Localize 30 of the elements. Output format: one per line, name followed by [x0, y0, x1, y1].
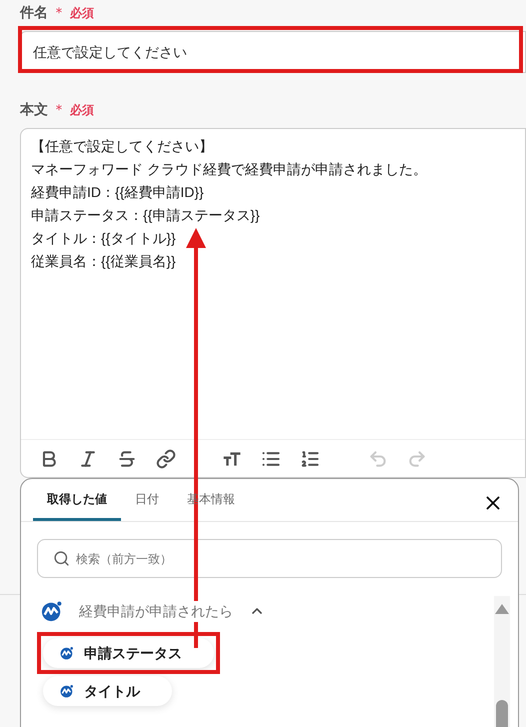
app-logo-icon — [41, 600, 63, 622]
search-icon — [53, 550, 70, 567]
picker-tab[interactable]: 日付 — [121, 479, 173, 521]
trigger-group-header[interactable]: 経費申請が申請されたら — [41, 600, 494, 622]
scroll-up-icon[interactable] — [495, 604, 509, 614]
field-label: 件名 — [20, 3, 48, 22]
link-icon[interactable] — [156, 448, 176, 468]
body-editor[interactable]: 【任意で設定してください】 マネーフォワード クラウド経費で経費申請が申請されました。 経費申請ID：{{経費申請ID}} 申請ステータス：{{申請ステータス}} タイトル：{{タイトル}} 従業員名：{{従業員名}} — [20, 128, 526, 478]
app-logo-icon — [60, 684, 74, 698]
strikethrough-icon[interactable] — [117, 448, 137, 468]
scrollbar[interactable] — [494, 596, 510, 727]
body-text-line: 【任意で設定してください】 — [31, 137, 214, 156]
required-mark: ＊ — [52, 100, 66, 119]
required-text: 必須 — [70, 102, 94, 118]
body-text-line: タイトル：{{タイトル}} — [31, 229, 177, 248]
app-logo-icon — [60, 646, 74, 660]
required-mark: ＊ — [52, 3, 66, 22]
value-chip[interactable]: タイトル — [43, 676, 172, 706]
numbered-list-icon[interactable] — [300, 448, 320, 468]
body-text-line: 申請ステータス：{{申請ステータス}} — [31, 206, 261, 225]
italic-icon[interactable] — [78, 448, 98, 468]
body-text-line: マネーフォワード クラウド経費で経費申請が申請されました。 — [31, 160, 428, 179]
picker-tab[interactable]: 取得した値 — [33, 479, 121, 521]
value-chip[interactable]: 申請ステータス — [43, 638, 214, 668]
required-text: 必須 — [70, 4, 94, 22]
search-field[interactable]: 検索（前方一致） — [37, 539, 502, 578]
group-title: 経費申請が申請されたら — [79, 600, 233, 622]
field-label: 本文 — [20, 100, 48, 119]
body-text-line: 経費申請ID：{{経費申請ID}} — [31, 183, 205, 202]
body-text-line: 従業員名：{{従業員名}} — [31, 252, 177, 271]
